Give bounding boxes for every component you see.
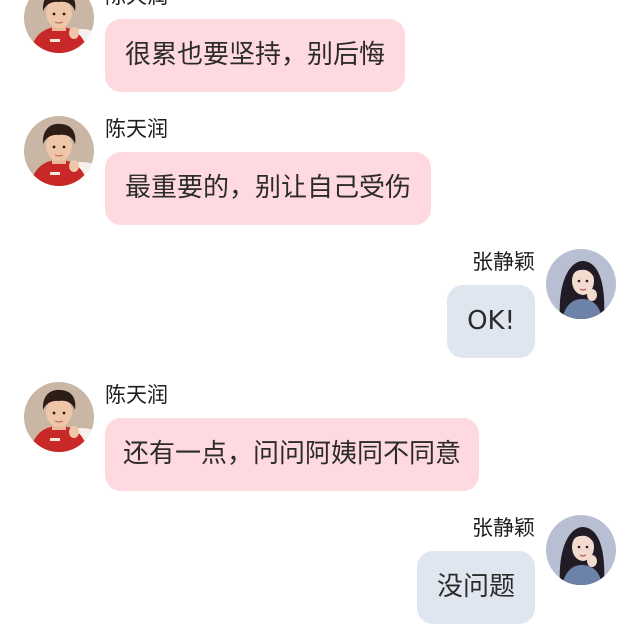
boy-avatar-icon[interactable] (24, 116, 94, 186)
message-row: 陈天润 最重要的，别让自己受伤 (0, 116, 640, 225)
message-content: 张静颖 OK! (447, 249, 535, 358)
message-content: 张静颖 没问题 (416, 515, 535, 624)
boy-avatar-icon[interactable] (24, 0, 94, 53)
boy-avatar-icon[interactable] (24, 382, 94, 452)
girl-avatar-icon[interactable] (546, 515, 616, 585)
message-content: 陈天润 最重要的，别让自己受伤 (105, 116, 432, 225)
message-row: 张静颖 OK! (0, 249, 640, 358)
message-row: 张静颖 没问题 (0, 515, 640, 624)
sender-name: 陈天润 (105, 383, 168, 407)
chat-message-list[interactable]: 陈天润 很累也要坚持，别后悔 陈天润 最重要的，别让自己受伤 张静颖 OK! 陈… (0, 0, 640, 624)
girl-avatar-icon[interactable] (546, 249, 616, 319)
sender-name: 张静颖 (472, 250, 535, 274)
message-bubble[interactable]: 还有一点，问问阿姨同不同意 (105, 418, 480, 491)
message-bubble[interactable]: OK! (447, 285, 535, 358)
message-row: 陈天润 很累也要坚持，别后悔 (0, 0, 640, 92)
message-row: 陈天润 还有一点，问问阿姨同不同意 (0, 382, 640, 491)
sender-name: 陈天润 (105, 0, 168, 8)
sender-name: 陈天润 (105, 117, 168, 141)
message-bubble[interactable]: 最重要的，别让自己受伤 (105, 152, 432, 225)
message-bubble[interactable]: 没问题 (416, 551, 535, 624)
message-bubble[interactable]: 很累也要坚持，别后悔 (105, 19, 406, 92)
message-content: 陈天润 很累也要坚持，别后悔 (105, 0, 406, 92)
message-content: 陈天润 还有一点，问问阿姨同不同意 (105, 382, 480, 491)
sender-name: 张静颖 (472, 516, 535, 540)
